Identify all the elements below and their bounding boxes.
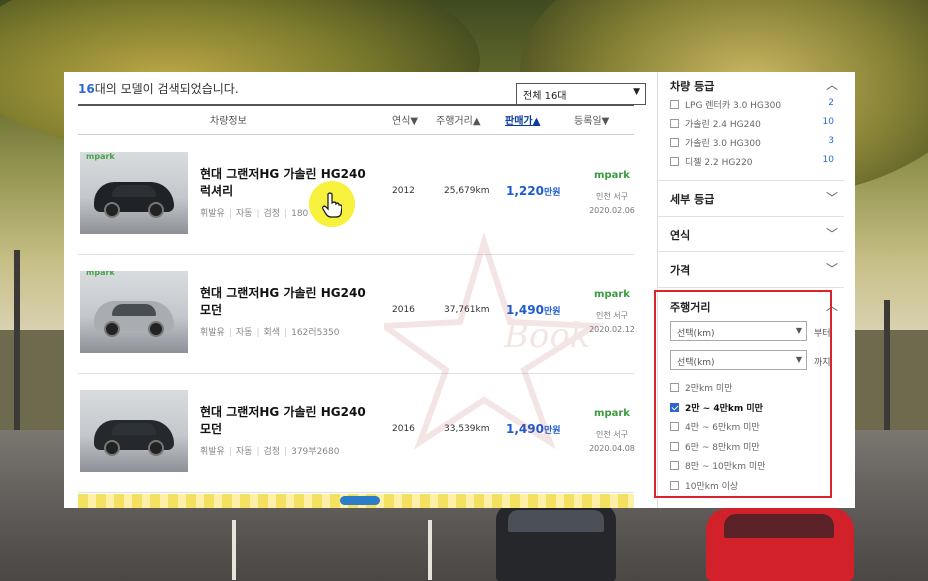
- promo-banner[interactable]: [78, 494, 634, 508]
- search-results-panel: 16대의 모델이 검색되었습니다. 전체 16대 ▼ 차량정보 연식▼ 주행거리…: [64, 72, 855, 508]
- filter-price-title[interactable]: 가격: [670, 262, 690, 278]
- dealer-info: mpark 인천 서구 2020.04.08: [584, 408, 640, 453]
- hand-cursor-icon: [322, 192, 342, 218]
- divider: [78, 104, 634, 106]
- result-summary: 16대의 모델이 검색되었습니다. 전체 16대 ▼: [78, 78, 646, 105]
- chevron-down-icon[interactable]: ﹀: [826, 225, 838, 242]
- car-image: [94, 420, 174, 456]
- filter-grade-title[interactable]: 차량 등급: [670, 78, 714, 94]
- car-photo[interactable]: [80, 390, 188, 472]
- listing-row[interactable]: 현대 그랜저HG 가솔린 HG240 모던 휘발유 | 자동 | 검정 | 379부2680 …: [78, 374, 635, 493]
- registered-date: 2020.02.12: [589, 325, 635, 334]
- car-image: [94, 182, 174, 218]
- filter-option[interactable]: 디젤 2.2 HG220: [670, 155, 753, 168]
- photo-watermark-logo: mpark: [86, 271, 115, 277]
- checkbox[interactable]: [670, 157, 679, 166]
- result-count: 16: [78, 82, 95, 96]
- listing-year: 2016: [392, 305, 415, 315]
- dealer-location: 인천 서구: [596, 192, 628, 201]
- dropdown-arrow-icon: ▼: [633, 87, 640, 97]
- divider: [78, 134, 634, 135]
- banner-logo: [340, 496, 380, 505]
- option-count: 3: [828, 136, 834, 146]
- dealer-location: 인천 서구: [596, 430, 628, 439]
- result-filter-select[interactable]: 전체 16대 ▼: [516, 83, 646, 105]
- listing-specs: 휘발유 | 자동 | 검정 | 180: [200, 209, 309, 219]
- sort-desc-icon: ▼: [410, 116, 419, 127]
- result-count-text: 대의 모델이 검색되었습니다.: [94, 82, 239, 96]
- listing-specs: 휘발유 | 자동 | 검정 | 379부2680: [200, 447, 340, 457]
- chevron-down-icon[interactable]: ﹀: [826, 189, 838, 206]
- road-lane-marking: [428, 520, 432, 580]
- highlight-box: [654, 290, 832, 498]
- sort-asc-icon: ▲: [532, 116, 541, 127]
- filter-option[interactable]: 가솔린 3.0 HG300: [670, 136, 761, 149]
- dealer-location: 인천 서구: [596, 311, 628, 320]
- sort-asc-icon: ▲: [472, 116, 481, 127]
- filter-option[interactable]: LPG 렌터카 3.0 HG300: [670, 98, 781, 111]
- listing-year: 2016: [392, 424, 415, 434]
- filter-year-title[interactable]: 연식: [670, 227, 690, 243]
- listing-price: 1,220만원: [506, 184, 561, 198]
- listing-row[interactable]: mpark 현대 그랜저HG 가솔린 HG240 모던 휘발유 | 자동 | 회색 | 162…: [78, 255, 635, 374]
- car-photo[interactable]: mpark: [80, 271, 188, 353]
- filter-detail-grade[interactable]: 세부 등급 ﹀: [658, 180, 844, 217]
- car-image: [94, 301, 174, 337]
- dealer-logo: mpark: [594, 170, 630, 181]
- registered-date: 2020.02.06: [589, 206, 635, 215]
- background-car: [706, 508, 854, 581]
- listing-price: 1,490만원: [506, 422, 561, 436]
- option-count: 10: [822, 117, 834, 127]
- listing-mileage: 37,761km: [444, 305, 490, 315]
- listing-mileage: 33,539km: [444, 424, 490, 434]
- dealer-info: mpark 인천 서구 2020.02.12: [584, 289, 640, 334]
- filter-grade: 차량 등급 ︿ LPG 렌터카 3.0 HG300 2 가솔린 2.4 HG24…: [658, 72, 844, 181]
- checkbox[interactable]: [670, 119, 679, 128]
- listing-specs: 휘발유 | 자동 | 회색 | 162러5350: [200, 328, 340, 338]
- checkbox[interactable]: [670, 138, 679, 147]
- filter-detail-grade-title[interactable]: 세부 등급: [670, 191, 714, 207]
- background-car: [496, 504, 616, 581]
- listing-title[interactable]: 현대 그랜저HG 가솔린 HG240 모던: [200, 285, 370, 319]
- sort-desc-icon: ▼: [601, 116, 610, 127]
- dealer-logo: mpark: [594, 408, 630, 419]
- option-count: 10: [822, 155, 834, 165]
- listing-title[interactable]: 현대 그랜저HG 가솔린 HG240 모던: [200, 404, 370, 438]
- dealer-info: mpark 인천 서구 2020.02.06: [584, 170, 640, 215]
- sort-mileage[interactable]: 주행거리▲: [436, 112, 481, 127]
- checkbox[interactable]: [670, 100, 679, 109]
- result-filter-value: 전체 16대: [523, 91, 567, 102]
- filter-price[interactable]: 가격 ﹀: [658, 251, 844, 288]
- registered-date: 2020.04.08: [589, 444, 635, 453]
- listing-price: 1,490만원: [506, 303, 561, 317]
- dealer-logo: mpark: [594, 289, 630, 300]
- filter-option[interactable]: 가솔린 2.4 HG240: [670, 117, 761, 130]
- chevron-down-icon[interactable]: ﹀: [826, 260, 838, 277]
- column-vehicle-info: 차량정보: [210, 116, 247, 127]
- chevron-up-icon[interactable]: ︿: [826, 76, 838, 93]
- option-count: 2: [828, 98, 834, 108]
- listing-row[interactable]: mpark 현대 그랜저HG 가솔린 HG240 럭셔리 휘발유 | 자동 | 검정 | 18…: [78, 136, 635, 255]
- car-photo[interactable]: mpark: [80, 152, 188, 234]
- filter-year[interactable]: 연식 ﹀: [658, 216, 844, 252]
- listing-year: 2012: [392, 186, 415, 196]
- photo-watermark-logo: mpark: [86, 152, 115, 161]
- sort-price[interactable]: 판매가▲: [505, 112, 540, 127]
- sort-registered[interactable]: 등록일▼: [574, 112, 609, 127]
- listing-mileage: 25,679km: [444, 186, 490, 196]
- road-lane-marking: [232, 520, 236, 580]
- sort-year[interactable]: 연식▼: [392, 112, 418, 127]
